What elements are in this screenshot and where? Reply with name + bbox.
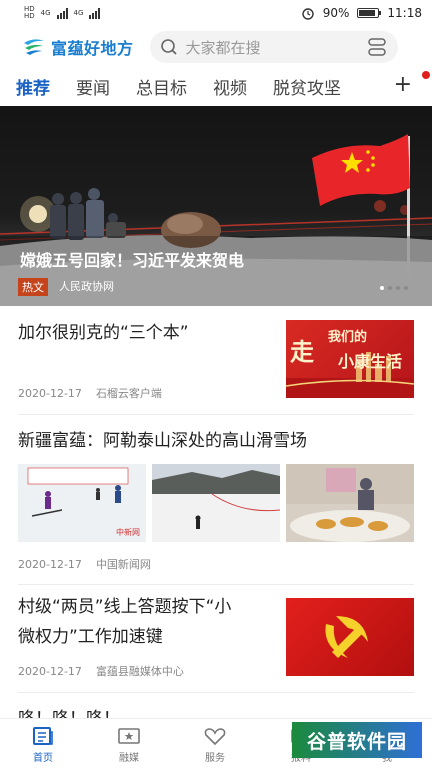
news-source: 石榴云客户端 bbox=[95, 387, 162, 400]
news-title[interactable]: 村级“两员”线上答题按下“小 微权力”工作加速键 bbox=[18, 592, 231, 652]
thumbnail-text-3: 小康生活 bbox=[338, 352, 403, 371]
status-right: 90% 11:18 bbox=[301, 6, 422, 20]
news-title[interactable]: 加尔很别克的“三个本” bbox=[18, 318, 189, 348]
news-title-line-2: 微权力”工作加速键 bbox=[18, 627, 163, 647]
news-title[interactable]: 咚！咚！咚！ bbox=[18, 704, 120, 718]
site-watermark: 谷普软件园 bbox=[292, 722, 422, 758]
scan-icon[interactable] bbox=[366, 37, 388, 57]
hero-image bbox=[0, 134, 432, 306]
app-logo[interactable]: 富蕴好地方 bbox=[22, 35, 134, 59]
food-image bbox=[286, 464, 414, 542]
news-image-2[interactable] bbox=[152, 464, 280, 542]
tab-video[interactable]: 视频 bbox=[213, 74, 247, 99]
status-left: HD HD 4G 4G bbox=[24, 6, 101, 20]
search-placeholder: 大家都在搜 bbox=[185, 38, 261, 57]
news-item-3[interactable]: 村级“两员”线上答题按下“小 微权力”工作加速键 2020-12-17 富蕴县融媒… bbox=[0, 584, 432, 692]
app-header: 富蕴好地方 大家都在搜 bbox=[0, 28, 432, 66]
carousel-dot-3[interactable] bbox=[396, 286, 400, 290]
carousel-dot-4[interactable] bbox=[404, 286, 408, 290]
news-meta: 2020-12-17 中国新闻网 bbox=[18, 556, 151, 572]
channel-tabs: 推荐 要闻 总目标 视频 脱贫攻坚 + bbox=[0, 68, 432, 104]
alarm-icon bbox=[302, 8, 314, 20]
hd-tag-2: HD bbox=[24, 12, 35, 20]
image-caption: 中新网 bbox=[116, 528, 140, 537]
clock: 11:18 bbox=[387, 6, 422, 20]
nav-service[interactable]: 服务 bbox=[172, 719, 258, 768]
add-channel-button[interactable]: + bbox=[394, 72, 412, 97]
battery-percent: 90% bbox=[322, 6, 350, 20]
status-bar: HD HD 4G 4G 90% 11:18 bbox=[0, 0, 432, 26]
hd-tags: HD HD bbox=[24, 6, 35, 20]
party-emblem-image bbox=[325, 616, 368, 658]
logo-text: 富蕴好地方 bbox=[51, 39, 134, 58]
signal-icon-2 bbox=[89, 7, 101, 19]
search-bar[interactable]: 大家都在搜 bbox=[149, 31, 398, 63]
nav-label: 融媒 bbox=[119, 753, 139, 764]
news-date: 2020-12-17 bbox=[18, 387, 82, 400]
news-image-1[interactable]: 中新网 bbox=[18, 464, 146, 542]
nav-media[interactable]: 融媒 bbox=[86, 719, 172, 768]
tab-recommend[interactable]: 推荐 bbox=[16, 74, 50, 99]
tab-headlines[interactable]: 要闻 bbox=[76, 74, 110, 99]
media-icon bbox=[118, 728, 140, 744]
hero-source: 人民政协网 bbox=[59, 280, 114, 293]
news-meta: 2020-12-17 石榴云客户端 bbox=[18, 385, 162, 401]
nav-label: 首页 bbox=[33, 753, 53, 764]
news-date: 2020-12-17 bbox=[18, 558, 82, 571]
news-thumbnail[interactable] bbox=[286, 598, 414, 676]
battery-icon bbox=[357, 8, 382, 18]
news-date: 2020-12-17 bbox=[18, 665, 82, 678]
news-meta: 2020-12-17 富蕴县融媒体中心 bbox=[18, 663, 184, 679]
news-title[interactable]: 新疆富蕴：阿勒泰山深处的高山滑雪场 bbox=[18, 426, 307, 456]
carousel-dot-1[interactable] bbox=[380, 286, 384, 290]
home-news-icon bbox=[33, 727, 53, 745]
news-title-line-1: 村级“两员”线上答题按下“小 bbox=[18, 597, 232, 617]
hero-title[interactable]: 嫦娥五号回家！习近平发来贺电 bbox=[20, 247, 244, 271]
service-icon bbox=[204, 728, 226, 746]
news-item-4[interactable]: 咚！咚！咚！ bbox=[0, 692, 432, 718]
news-item-2[interactable]: 新疆富蕴：阿勒泰山深处的高山滑雪场 中新网 2020-12-17 中国新闻网 bbox=[0, 414, 432, 584]
tab-overall-goal[interactable]: 总目标 bbox=[136, 74, 187, 99]
hero-banner[interactable]: 嫦娥五号回家！习近平发来贺电 热文 人民政协网 bbox=[0, 106, 432, 306]
notification-dot bbox=[422, 71, 430, 79]
carousel-dot-2[interactable] bbox=[388, 286, 392, 290]
carousel-indicator bbox=[380, 286, 408, 290]
thumbnail-text-1: 走 bbox=[290, 338, 314, 366]
nav-label: 服务 bbox=[205, 753, 225, 764]
search-icon bbox=[160, 39, 177, 55]
signal-icon bbox=[56, 7, 68, 19]
news-thumbnail[interactable]: 走 我们的 小康生活 bbox=[286, 320, 414, 398]
ski-image-2 bbox=[152, 464, 280, 542]
thumbnail-text-2: 我们的 bbox=[328, 330, 368, 345]
news-image-3[interactable] bbox=[286, 464, 414, 542]
logo-icon bbox=[24, 39, 44, 55]
net-label-2: 4G bbox=[73, 8, 84, 17]
net-label-1: 4G bbox=[40, 8, 51, 17]
news-item-1[interactable]: 加尔很别克的“三个本” 2020-12-17 石榴云客户端 走 我们的 小康生活 bbox=[0, 306, 432, 414]
hot-tag-badge: 热文 bbox=[18, 278, 48, 296]
tab-poverty-alleviation[interactable]: 脱贫攻坚 bbox=[273, 74, 353, 99]
nav-home[interactable]: 首页 bbox=[0, 719, 86, 768]
news-source: 富蕴县融媒体中心 bbox=[95, 665, 184, 678]
news-source: 中国新闻网 bbox=[95, 558, 151, 571]
